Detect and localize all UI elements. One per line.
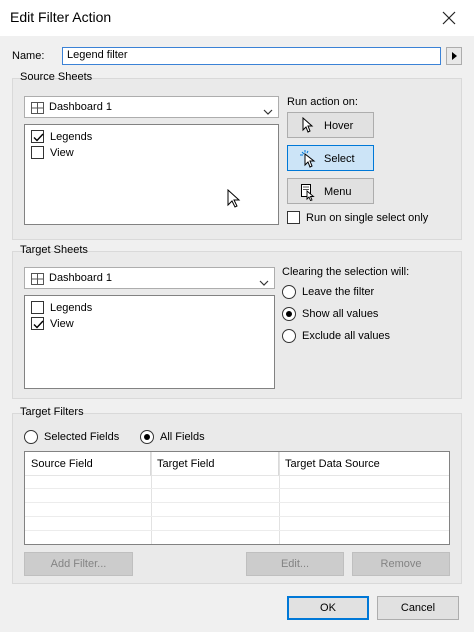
pointer-icon bbox=[300, 116, 316, 135]
source-legends-label: Legends bbox=[50, 131, 93, 143]
name-input[interactable]: Legend filter bbox=[62, 47, 441, 65]
all-fields-label: All Fields bbox=[160, 431, 205, 443]
menu-button-label: Menu bbox=[324, 186, 352, 198]
mouse-cursor-icon bbox=[227, 188, 241, 212]
source-legends-checkbox[interactable] bbox=[31, 130, 44, 143]
target-sheets-title: Target Sheets bbox=[20, 244, 88, 256]
single-select-label: Run on single select only bbox=[306, 212, 429, 224]
clearing-label: Clearing the selection will: bbox=[282, 266, 410, 278]
single-select-checkbox[interactable] bbox=[287, 211, 300, 224]
source-dashboard-value: Dashboard 1 bbox=[49, 101, 112, 113]
filters-table: Source Field Target Field Target Data So… bbox=[24, 451, 450, 545]
table-row bbox=[25, 488, 449, 489]
title-bar: Edit Filter Action bbox=[0, 0, 474, 36]
column-header-target-field[interactable]: Target Field bbox=[151, 452, 279, 476]
exclude-all-radio[interactable] bbox=[282, 329, 296, 343]
selected-fields-label: Selected Fields bbox=[44, 431, 120, 443]
target-legends-checkbox[interactable] bbox=[31, 301, 44, 314]
show-all-radio[interactable] bbox=[282, 307, 296, 321]
source-sheets-title: Source Sheets bbox=[20, 71, 93, 83]
column-header-source-field[interactable]: Source Field bbox=[25, 452, 151, 476]
table-row bbox=[25, 516, 449, 517]
target-legends-label: Legends bbox=[50, 302, 93, 314]
menu-button[interactable]: Menu bbox=[287, 178, 374, 204]
chevron-down-icon bbox=[259, 274, 269, 286]
add-filter-button[interactable]: Add Filter... bbox=[24, 552, 133, 576]
target-view-label: View bbox=[50, 318, 74, 330]
edit-button[interactable]: Edit... bbox=[246, 552, 344, 576]
source-sheets-list: Legends View bbox=[24, 124, 279, 225]
dashboard-grid-icon bbox=[31, 272, 44, 285]
dashboard-grid-icon bbox=[31, 101, 44, 114]
select-button[interactable]: Select bbox=[287, 145, 374, 171]
hover-button-label: Hover bbox=[324, 120, 354, 132]
table-row bbox=[25, 502, 449, 503]
run-action-label: Run action on: bbox=[287, 96, 358, 108]
cancel-button[interactable]: Cancel bbox=[377, 596, 459, 620]
target-view-checkbox[interactable] bbox=[31, 317, 44, 330]
remove-button[interactable]: Remove bbox=[352, 552, 450, 576]
target-filters-title: Target Filters bbox=[20, 406, 84, 418]
source-view-label: View bbox=[50, 147, 74, 159]
name-menu-arrow-button[interactable] bbox=[446, 47, 462, 65]
select-button-label: Select bbox=[324, 153, 355, 165]
all-fields-radio[interactable] bbox=[140, 430, 154, 444]
source-dashboard-select[interactable]: Dashboard 1 bbox=[24, 96, 279, 118]
ok-button[interactable]: OK bbox=[287, 596, 369, 620]
leave-filter-radio[interactable] bbox=[282, 285, 296, 299]
menu-doc-icon bbox=[300, 183, 316, 202]
leave-filter-label: Leave the filter bbox=[302, 286, 375, 298]
show-all-label: Show all values bbox=[302, 308, 379, 320]
dialog-title: Edit Filter Action bbox=[10, 9, 112, 25]
target-dashboard-select[interactable]: Dashboard 1 bbox=[24, 267, 275, 289]
target-dashboard-value: Dashboard 1 bbox=[49, 272, 112, 284]
target-sheets-list: Legends View bbox=[24, 295, 275, 389]
select-click-icon bbox=[300, 150, 316, 168]
column-header-target-data-source[interactable]: Target Data Source bbox=[279, 452, 449, 476]
hover-button[interactable]: Hover bbox=[287, 112, 374, 138]
name-label: Name: bbox=[12, 50, 45, 62]
source-view-checkbox[interactable] bbox=[31, 146, 44, 159]
chevron-down-icon bbox=[263, 103, 273, 115]
table-row bbox=[25, 530, 449, 531]
selected-fields-radio[interactable] bbox=[24, 430, 38, 444]
close-icon[interactable] bbox=[438, 7, 460, 29]
exclude-all-label: Exclude all values bbox=[302, 330, 391, 342]
